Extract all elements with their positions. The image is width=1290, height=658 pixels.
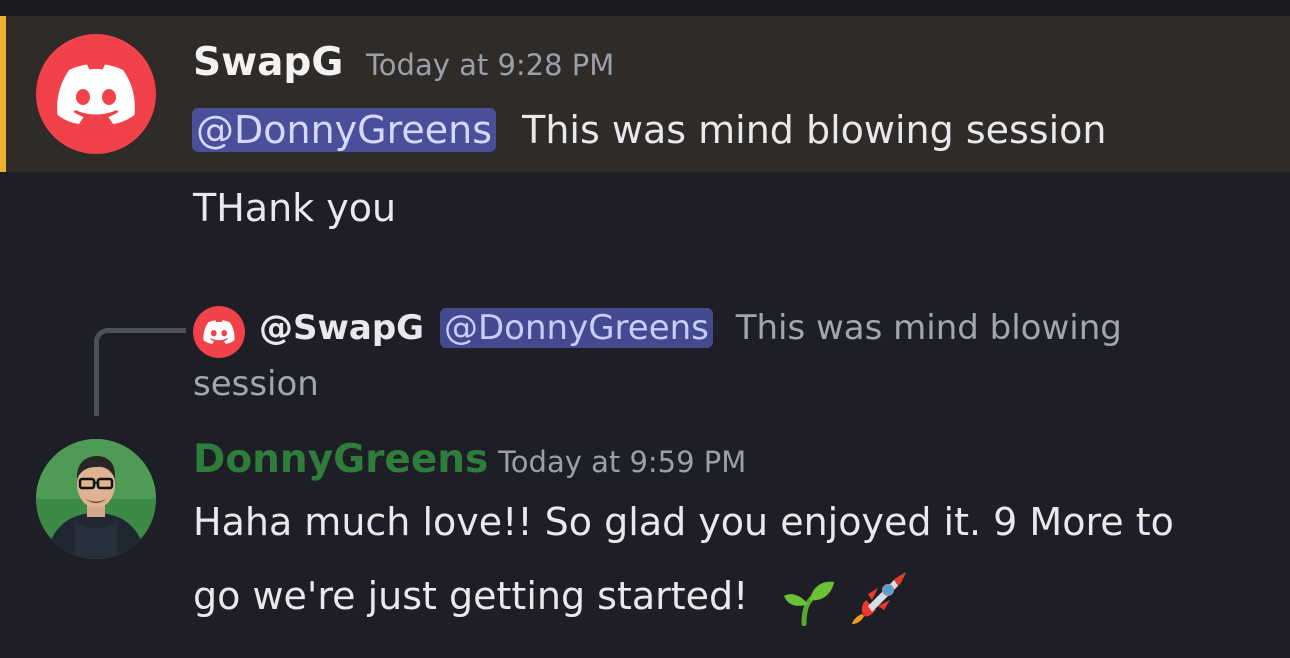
top-divider [0, 0, 1290, 16]
reply-text-line2: session [193, 364, 319, 404]
avatar[interactable] [36, 439, 156, 559]
profile-photo-avatar [36, 439, 156, 559]
reply-connector-line [94, 328, 186, 416]
reply-preview-text[interactable]: @DonnyGreens This was mind blowing [440, 308, 1122, 348]
seedling-icon[interactable] [782, 578, 836, 626]
message-timestamp[interactable]: Today at 9:28 PM [366, 48, 614, 82]
mention-accent-bar [0, 16, 6, 172]
message-text-line2: go we're just getting started! [193, 574, 749, 618]
message-text-followup: THank you [193, 186, 397, 230]
reply-text-line1: This was mind blowing [735, 308, 1122, 348]
user-mention[interactable]: @DonnyGreens [192, 108, 497, 152]
reply-username[interactable]: @SwapG [259, 308, 424, 348]
reply-avatar[interactable] [193, 306, 245, 358]
message-username[interactable]: DonnyGreens [193, 437, 488, 482]
message-content: @DonnyGreens This was mind blowing sessi… [192, 108, 1106, 152]
discord-logo-icon [203, 320, 235, 344]
discord-logo-icon [57, 64, 135, 124]
message-username[interactable]: SwapG [193, 40, 343, 85]
message-timestamp[interactable]: Today at 9:59 PM [498, 445, 746, 479]
rocket-icon[interactable] [850, 570, 908, 626]
avatar[interactable] [36, 34, 156, 154]
reply-mention: @DonnyGreens [440, 308, 713, 348]
message-text-line1: Haha much love!! So glad you enjoyed it.… [193, 500, 1174, 544]
message-text: This was mind blowing session [522, 108, 1107, 152]
